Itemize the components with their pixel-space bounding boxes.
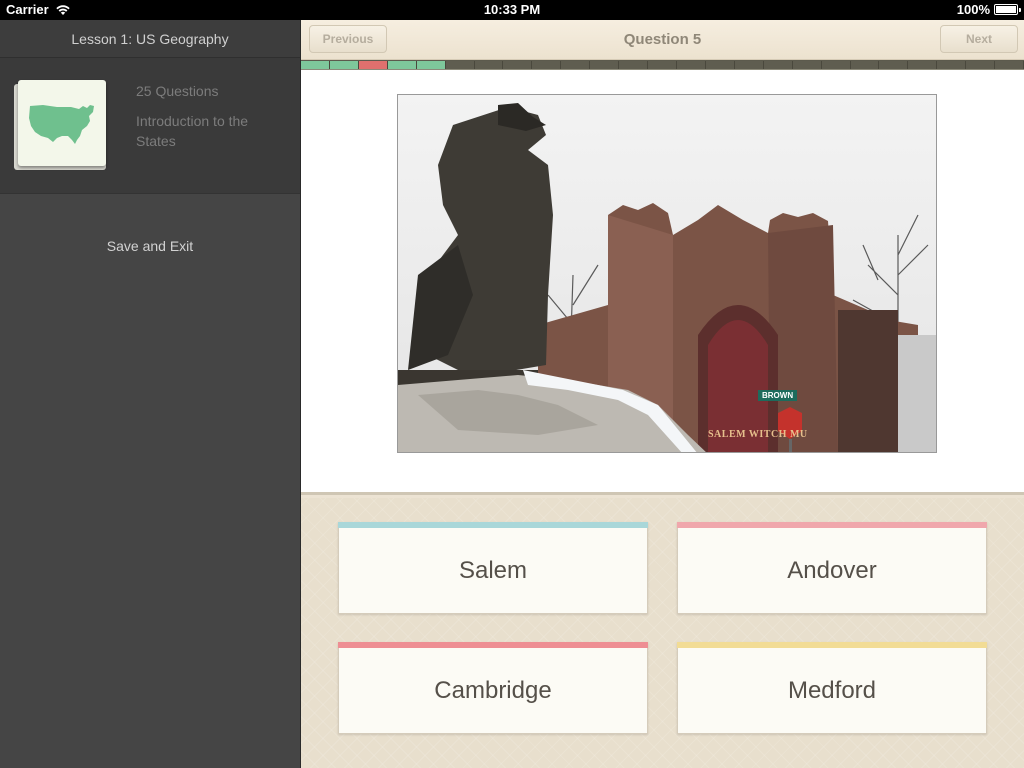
answer-accent xyxy=(338,642,648,648)
progress-segment xyxy=(937,61,967,69)
progress-segment xyxy=(763,61,793,69)
progress-segment xyxy=(705,61,735,69)
progress-bar xyxy=(301,60,1024,70)
progress-segment xyxy=(995,61,1024,69)
progress-segment xyxy=(966,61,996,69)
lesson-thumbnail xyxy=(18,80,106,166)
status-bar: Carrier 10:33 PM 100% xyxy=(0,0,1024,20)
answer-label: Andover xyxy=(787,557,877,584)
next-button[interactable]: Next xyxy=(940,25,1018,53)
answer-accent xyxy=(677,642,987,648)
battery-icon xyxy=(994,4,1021,15)
lesson-title: Lesson 1: US Geography xyxy=(0,20,300,58)
answer-label: Medford xyxy=(787,677,877,704)
save-and-exit-button[interactable]: Save and Exit xyxy=(50,238,250,254)
progress-segment xyxy=(648,61,677,69)
progress-segment xyxy=(358,61,388,69)
question-count: 25 Questions xyxy=(136,83,219,99)
progress-segment xyxy=(734,61,764,69)
progress-segment xyxy=(532,61,562,69)
question-title: Question 5 xyxy=(623,31,702,48)
answer-option-4[interactable]: Medford xyxy=(677,642,987,734)
progress-segment xyxy=(908,61,938,69)
answer-label: Cambridge xyxy=(434,677,552,704)
question-photo: BROWN SALEM WITCH MU xyxy=(397,94,937,453)
progress-segment xyxy=(301,61,330,69)
navigation-bar: Previous Question 5 Next xyxy=(301,20,1024,60)
battery-percent: 100% xyxy=(956,2,990,17)
quiz-panel: Previous Question 5 Next BROWN SALEM WIT… xyxy=(300,20,1024,768)
lesson-description: Introduction to the States xyxy=(136,113,249,149)
lesson-card: 25 Questions Introduction to the States xyxy=(0,58,300,194)
answer-grid: Salem Andover Cambridge Medford xyxy=(301,498,1024,768)
question-image-panel: BROWN SALEM WITCH MU xyxy=(301,70,1024,495)
progress-segment xyxy=(619,61,649,69)
clock: 10:33 PM xyxy=(483,2,541,17)
answer-option-3[interactable]: Cambridge xyxy=(338,642,648,734)
progress-segment xyxy=(329,61,359,69)
progress-segment xyxy=(879,61,909,69)
progress-segment xyxy=(387,61,417,69)
answer-label: Salem xyxy=(458,557,528,584)
progress-segment xyxy=(474,61,504,69)
answer-accent xyxy=(677,522,987,528)
usa-map-icon xyxy=(29,105,94,144)
answer-option-2[interactable]: Andover xyxy=(677,522,987,614)
progress-segment xyxy=(676,61,706,69)
progress-segment xyxy=(850,61,880,69)
answer-accent xyxy=(338,522,648,528)
progress-segment xyxy=(821,61,851,69)
salem-statue-church-photo xyxy=(398,95,936,452)
battery-status: 100% xyxy=(956,2,1021,17)
sidebar: Lesson 1: US Geography 25 Questions Intr… xyxy=(0,20,300,768)
street-sign: BROWN xyxy=(758,390,798,401)
answer-option-1[interactable]: Salem xyxy=(338,522,648,614)
museum-sign: SALEM WITCH MU xyxy=(708,429,808,440)
progress-segment xyxy=(445,61,475,69)
progress-segment xyxy=(561,61,591,69)
progress-segment xyxy=(416,61,446,69)
progress-segment xyxy=(590,61,620,69)
progress-segment xyxy=(503,61,533,69)
progress-segment xyxy=(792,61,822,69)
